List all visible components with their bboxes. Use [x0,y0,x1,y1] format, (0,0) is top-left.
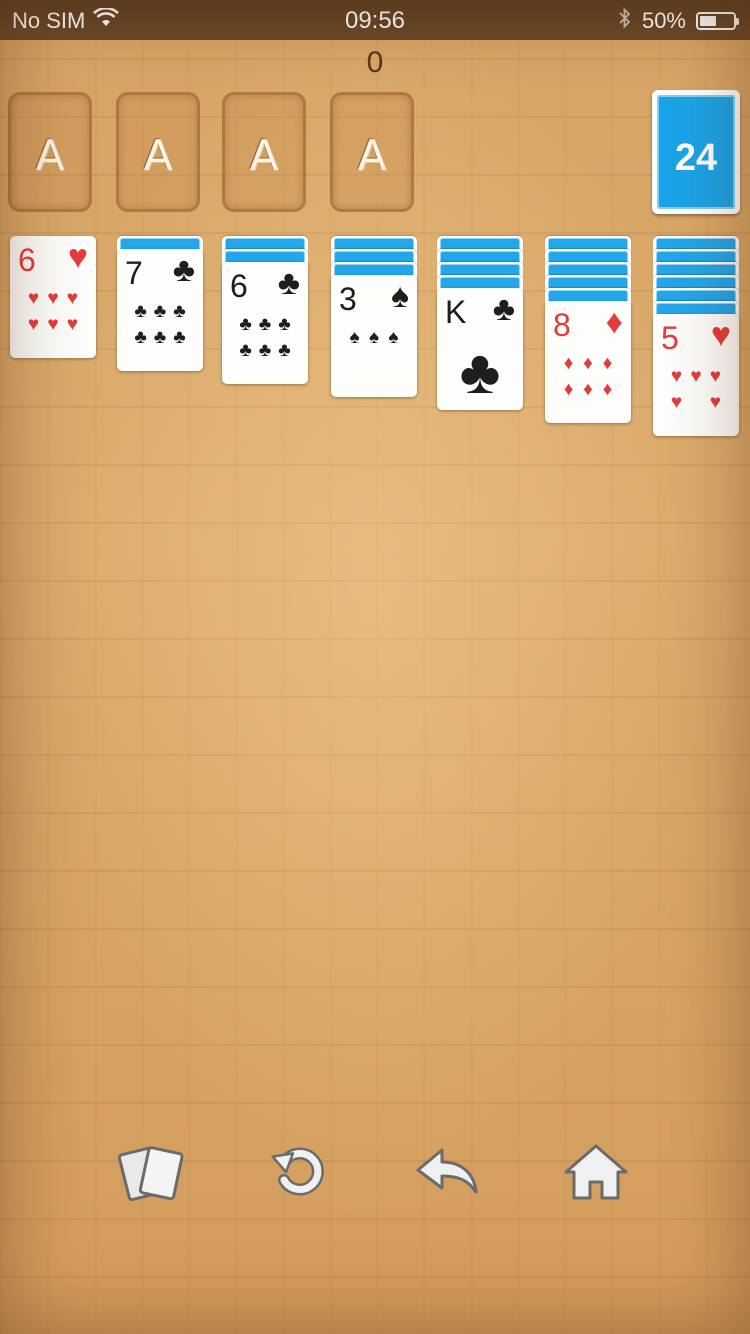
card-pips: ♠ ♠ ♠ [345,325,403,389]
pip-icon: ♣ [153,301,167,322]
stock-count: 24 [674,137,718,179]
pip-icon: ♣ [258,314,272,335]
card-pips: ♦ ♦ ♦ ♦ ♦ ♦ [559,351,617,415]
pip-icon: ♥ [66,314,79,335]
pip-icon: ♣ [173,327,186,348]
foundation-slot-2[interactable]: A [116,92,200,212]
pip-icon: ♠ [368,327,380,348]
pip-icon: ♣ [134,301,147,322]
pip-icon: ♥ [690,366,702,387]
score-counter: 0 [366,46,384,79]
restart-button[interactable] [264,1140,336,1204]
tableau-card[interactable]: 3 ♠ ♠ ♠ ♠ [331,275,417,397]
new-deal-button[interactable] [116,1140,188,1204]
card-suit-icon: ♦ [605,303,623,341]
tableau-card[interactable]: 8 ♦ ♦ ♦ ♦ ♦ ♦ ♦ [545,301,631,423]
tableau-card[interactable]: K ♣ ♣ [437,288,523,410]
card-rank: 8 [553,307,571,343]
pip-icon: ♣ [153,327,167,348]
card-pips: ♣ ♣ ♣ ♣ ♣ ♣ [131,299,189,363]
pip-icon: ♦ [583,379,593,400]
card-suit-icon: ♣ [172,251,195,289]
tableau-card[interactable]: 5 ♥ ♥ ♥ ♥ ♥ ♥ [653,314,739,436]
battery-percent: 50% [641,8,686,33]
card-suit-icon: ♥ [710,316,731,354]
pip-icon: ♥ [47,314,59,335]
card-rank: 5 [661,320,679,356]
tableau-card[interactable]: 6 ♣ ♣ ♣ ♣ ♣ ♣ ♣ [222,262,308,384]
foundation-slot-1[interactable]: A [8,92,92,212]
foundation-label: A [35,131,65,180]
pip-icon: ♣ [239,340,252,361]
card-pips: ♥ ♥ ♥ ♥ ♥ [667,364,725,428]
pip-icon: ♥ [27,288,40,309]
status-bar: No SIM 09:56 50% [0,0,750,40]
pip-icon: ♣ [278,340,291,361]
undo-button[interactable] [412,1140,484,1204]
card-center-suit-icon: ♣ [459,338,501,407]
pip-icon: ♥ [709,392,722,413]
card-rank: 3 [339,281,357,317]
card-pips: ♣ ♣ ♣ ♣ ♣ ♣ [236,312,294,376]
card-suit-icon: ♠ [390,277,409,315]
pip-icon: ♦ [583,353,593,374]
tableau-card[interactable]: 6 ♥ ♥ ♥ ♥ ♥ ♥ ♥ [10,236,96,358]
home-icon [564,1144,628,1200]
card-rank: 6 [18,242,36,278]
pip-icon: ♥ [670,366,683,387]
battery-icon [696,12,739,30]
tableau-card[interactable]: 7 ♣ ♣ ♣ ♣ ♣ ♣ ♣ [117,249,203,371]
card-suit-icon: ♣ [277,264,300,302]
new-deal-icon [117,1146,184,1202]
bluetooth-icon [618,7,632,35]
battery-level [700,16,716,26]
foundation-label: A [357,131,387,180]
stock-pile[interactable]: 24 [652,90,740,214]
undo-icon [416,1148,478,1194]
pip-icon: ♦ [563,353,574,374]
pip-icon: ♥ [709,366,722,387]
pip-icon: ♣ [173,301,186,322]
pip-icon: ♦ [602,379,613,400]
foundation-label: A [143,131,173,180]
pip-icon: ♣ [134,327,147,348]
pip-icon: ♦ [602,353,613,374]
card-suit-icon: ♣ [492,290,515,328]
card-pips: ♥ ♥ ♥ ♥ ♥ ♥ [24,286,82,350]
card-rank: 6 [230,268,248,304]
pip-icon: ♣ [278,314,291,335]
pip-icon: ♥ [47,288,59,309]
pip-icon: ♥ [66,288,79,309]
foundation-slot-4[interactable]: A [330,92,414,212]
pip-icon: ♥ [27,314,40,335]
card-rank: K [445,294,467,330]
card-rank: 7 [125,255,143,291]
pip-icon: ♣ [239,314,252,335]
pip-icon: ♠ [388,327,399,348]
home-button[interactable] [560,1140,632,1204]
pip-icon: ♣ [258,340,272,361]
pip-icon: ♥ [670,392,683,413]
card-suit-icon: ♥ [67,238,88,276]
pip-icon: ♠ [349,327,360,348]
pip-icon: ♦ [563,379,574,400]
card-back: 24 [657,95,735,209]
restart-icon [271,1147,324,1196]
foundation-slot-3[interactable]: A [222,92,306,212]
bottom-toolbar [0,1140,750,1210]
foundation-label: A [249,131,279,180]
